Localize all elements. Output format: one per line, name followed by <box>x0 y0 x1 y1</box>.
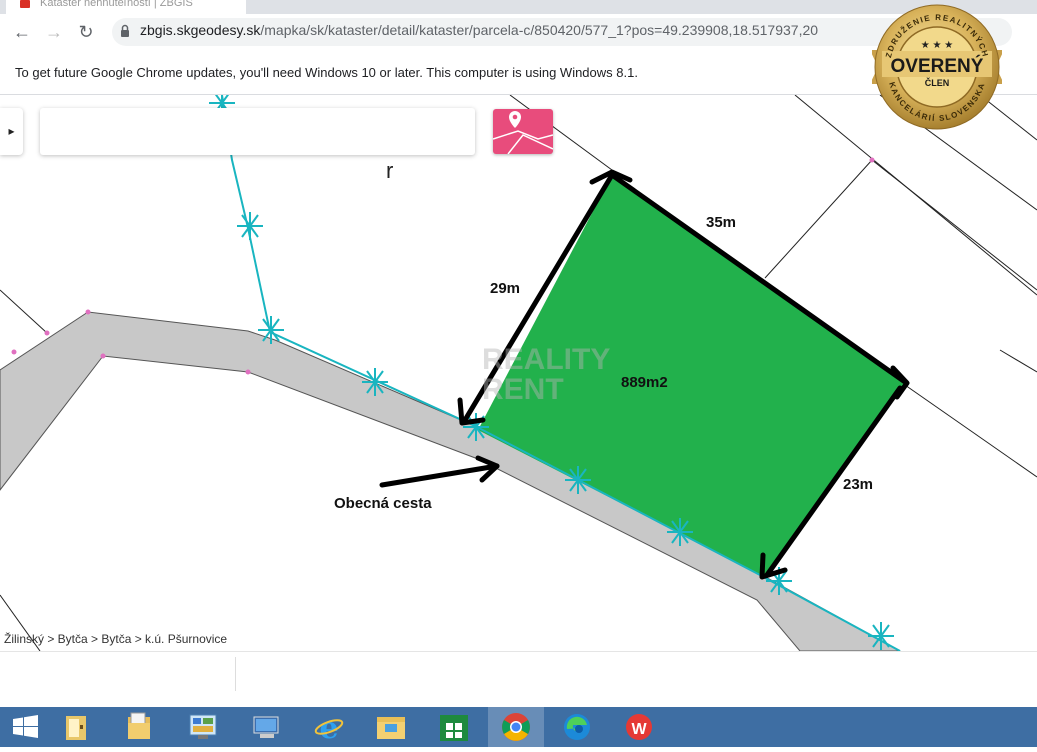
right-side-label: 23m <box>843 476 874 493</box>
file-folder-icon[interactable] <box>365 707 417 747</box>
file-explorer-icon[interactable] <box>52 707 104 747</box>
watermark-line2: RENT <box>482 373 564 406</box>
back-icon[interactable]: ← <box>10 20 34 44</box>
svg-text:W: W <box>631 721 647 738</box>
url-text[interactable]: zbgis.skgeodesy.sk/mapka/sk/kataster/det… <box>140 22 818 38</box>
badge-main-text: OVERENÝ <box>891 55 984 77</box>
lock-icon <box>121 24 129 37</box>
infobar-message: To get future Google Chrome updates, you… <box>15 65 638 80</box>
control-panel-icon[interactable] <box>178 707 230 747</box>
reload-icon[interactable]: ↻ <box>74 20 98 44</box>
tab-title: Kataster nehnuteľností | ZBGIS <box>40 0 193 9</box>
svg-text:r: r <box>386 158 393 183</box>
location-breadcrumb[interactable]: Žilinský > Bytča > Bytča > k.ú. Pšurnovi… <box>4 632 227 646</box>
url-host: zbgis.skgeodesy.sk <box>140 22 261 38</box>
verified-member-badge: ZDRUŽENIE REALITNÝCH KANCELÁRIÍ SLOVENSK… <box>872 4 1002 130</box>
chrome-icon[interactable] <box>488 707 544 747</box>
map-search-box[interactable] <box>40 108 475 155</box>
store-icon[interactable] <box>428 707 480 747</box>
edge-icon[interactable] <box>551 707 603 747</box>
windows-start-icon[interactable] <box>0 707 52 747</box>
road-label: Obecná cesta <box>334 495 432 512</box>
badge-stars: ★ ★ ★ <box>921 40 953 51</box>
url-path: /mapka/sk/kataster/detail/kataster/parce… <box>260 22 819 38</box>
panel-divider <box>235 657 236 691</box>
tab-favicon-icon <box>20 0 30 8</box>
map-layer-icon <box>492 111 554 155</box>
watermark: REALITY RENT <box>482 345 610 405</box>
internet-explorer-icon[interactable]: e <box>303 707 355 747</box>
area-label: 889m2 <box>621 374 668 391</box>
layers-button[interactable] <box>492 109 554 155</box>
browser-tab[interactable]: Kataster nehnuteľností | ZBGIS <box>6 0 246 14</box>
bottom-panel <box>0 651 1037 708</box>
forward-icon[interactable]: → <box>42 20 66 44</box>
wps-office-icon[interactable]: W <box>613 707 665 747</box>
left-side-label: 29m <box>490 280 521 297</box>
this-pc-icon[interactable] <box>240 707 292 747</box>
panel-toggle-button[interactable]: ▸ <box>0 108 23 155</box>
badge-sub-text: ČLEN <box>925 77 950 88</box>
top-side-label: 35m <box>706 214 737 231</box>
documents-folder-icon[interactable] <box>115 707 167 747</box>
watermark-line1: REALITY <box>482 343 611 376</box>
